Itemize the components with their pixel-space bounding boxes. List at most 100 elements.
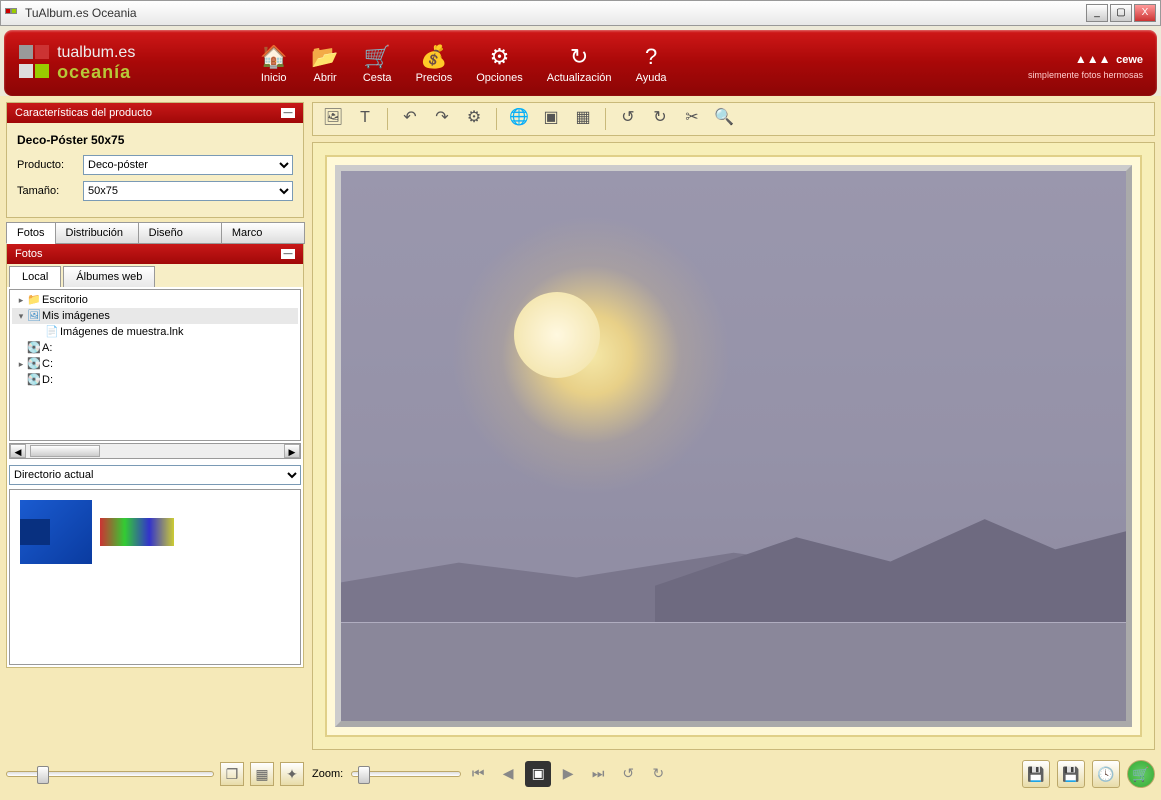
slider-knob[interactable] [358, 766, 370, 784]
toolbar-opciones[interactable]: ⚙Opciones [464, 42, 534, 84]
toolbar-icon: 📂 [311, 42, 338, 72]
toolbar-label: Opciones [476, 72, 522, 84]
layers-button[interactable]: ▣ [537, 106, 565, 132]
scroll-left-button[interactable]: ◀ [10, 444, 26, 458]
wand-button[interactable]: ✦ [280, 762, 304, 786]
toolbar-abrir[interactable]: 📂Abrir [299, 42, 350, 84]
collapse-button[interactable]: — [281, 249, 295, 259]
toolbar-icon: 💰 [416, 42, 453, 72]
photos-panel: Fotos — LocalÁlbumes web ▸📁Escritorio▾🖼M… [6, 243, 304, 668]
rotate-cw-button[interactable]: ↻ [645, 761, 671, 787]
edit-toolbar: 🖼 T ↶ ↷ ⚙ 🌐 ▣ ▦ ↺ ↻ ✂ 🔍 [312, 102, 1155, 136]
product-title: Deco-Póster 50x75 [17, 133, 293, 147]
expand-icon[interactable]: ▾ [16, 311, 26, 322]
next-page-button[interactable]: ▶ [555, 761, 581, 787]
undo-button[interactable]: ↶ [396, 106, 424, 132]
tab-marco[interactable]: Marco [221, 222, 305, 244]
expand-icon[interactable]: ▸ [16, 295, 26, 306]
tab-diseño[interactable]: Diseño [138, 222, 222, 244]
partner-tagline: simplemente fotos hermosas [1028, 70, 1143, 80]
tree-item[interactable]: 💽D: [12, 372, 298, 388]
effects-button[interactable]: 🔍 [710, 106, 738, 132]
toolbar-inicio[interactable]: 🏠Inicio [248, 42, 299, 84]
drive-icon: 💽 [26, 373, 42, 387]
toolbar-actualización[interactable]: ↻Actualización [535, 42, 624, 84]
prev-page-button[interactable]: ◀ [495, 761, 521, 787]
product-panel: Características del producto — Deco-Póst… [6, 102, 304, 218]
thumbnail-size-slider[interactable] [6, 771, 214, 777]
partner-logo: ▲▲▲ cewe simplemente fotos hermosas [1028, 46, 1143, 81]
text-tool-button[interactable]: T [351, 106, 379, 132]
save-as-button[interactable]: 💾 [1057, 760, 1085, 788]
redo-button[interactable]: ↷ [428, 106, 456, 132]
first-page-button[interactable]: ⏮ [465, 761, 491, 787]
source-tab-1[interactable]: Álbumes web [63, 266, 155, 287]
size-select[interactable]: 50x75 [83, 181, 293, 201]
grid-view-button[interactable]: ▦ [250, 762, 274, 786]
stack-view-button[interactable]: ❐ [220, 762, 244, 786]
rotate-left-button[interactable]: ↺ [614, 106, 642, 132]
current-page-button[interactable]: ▣ [525, 761, 551, 787]
history-button[interactable]: 🕓 [1092, 760, 1120, 788]
toolbar-label: Precios [416, 72, 453, 84]
canvas-wrap [312, 142, 1155, 750]
tree-label: D: [42, 374, 53, 386]
close-button[interactable]: X [1134, 4, 1156, 22]
size-label: Tamaño: [17, 185, 83, 197]
photos-panel-header: Fotos — [7, 244, 303, 264]
tree-scrollbar[interactable]: ◀ ▶ [9, 443, 301, 459]
order-button[interactable]: 🛒 [1127, 760, 1155, 788]
placeholder-water [341, 622, 1126, 721]
minimize-button[interactable]: _ [1086, 4, 1108, 22]
zoom-slider[interactable] [351, 771, 461, 777]
thumbnail-2[interactable] [100, 518, 174, 546]
toolbar-icon: ? [636, 42, 667, 72]
rotate-ccw-button[interactable]: ↺ [615, 761, 641, 787]
maximize-button[interactable]: ▢ [1110, 4, 1132, 22]
toolbar-label: Ayuda [636, 72, 667, 84]
expand-icon[interactable]: ▸ [16, 359, 26, 370]
poster-canvas[interactable] [335, 165, 1132, 727]
photos-panel-title: Fotos [15, 248, 43, 260]
directory-select[interactable]: Directorio actual [9, 465, 301, 485]
canvas-inner [325, 155, 1142, 737]
brand-logo: tualbum.esoceanía [18, 44, 248, 83]
brand-line1: tualbum.es [57, 44, 135, 61]
slider-knob[interactable] [37, 766, 49, 784]
brand-line2: oceanía [57, 62, 131, 82]
separator [605, 108, 606, 130]
tab-distribución[interactable]: Distribución [55, 222, 139, 244]
tab-fotos[interactable]: Fotos [6, 222, 56, 244]
source-tab-0[interactable]: Local [9, 266, 61, 287]
product-select[interactable]: Deco-póster [83, 155, 293, 175]
scroll-right-button[interactable]: ▶ [284, 444, 300, 458]
toolbar-cesta[interactable]: 🛒Cesta [351, 42, 404, 84]
collapse-button[interactable]: — [281, 108, 295, 118]
grid-button[interactable]: ▦ [569, 106, 597, 132]
web-button[interactable]: 🌐 [505, 106, 533, 132]
toolbar-label: Cesta [363, 72, 392, 84]
tree-item[interactable]: ▾🖼Mis imágenes [12, 308, 298, 324]
image-tool-button[interactable]: 🖼 [319, 106, 347, 132]
product-panel-header: Características del producto — [7, 103, 303, 123]
tree-label: Mis imágenes [42, 310, 110, 322]
crop-button[interactable]: ✂ [678, 106, 706, 132]
rotate-right-button[interactable]: ↻ [646, 106, 674, 132]
thumbnail-1[interactable] [20, 500, 92, 564]
tree-item[interactable]: ▸💽C: [12, 356, 298, 372]
tree-item[interactable]: ▸📁Escritorio [12, 292, 298, 308]
toolbar-precios[interactable]: 💰Precios [404, 42, 465, 84]
tree-item[interactable]: 📄Imágenes de muestra.lnk [12, 324, 298, 340]
link-icon: 📄 [44, 325, 60, 339]
settings-button[interactable]: ⚙ [460, 106, 488, 132]
placeholder-sun [514, 292, 600, 378]
tree-item[interactable]: 💽A: [12, 340, 298, 356]
scroll-thumb[interactable] [30, 445, 100, 457]
toolbar-label: Inicio [260, 72, 287, 84]
folder-tree[interactable]: ▸📁Escritorio▾🖼Mis imágenes📄Imágenes de m… [9, 289, 301, 441]
save-button[interactable]: 💾 [1022, 760, 1050, 788]
last-page-button[interactable]: ⏭ [585, 761, 611, 787]
toolbar-icon: 🏠 [260, 42, 287, 72]
toolbar-ayuda[interactable]: ?Ayuda [624, 42, 679, 84]
tree-label: A: [42, 342, 52, 354]
